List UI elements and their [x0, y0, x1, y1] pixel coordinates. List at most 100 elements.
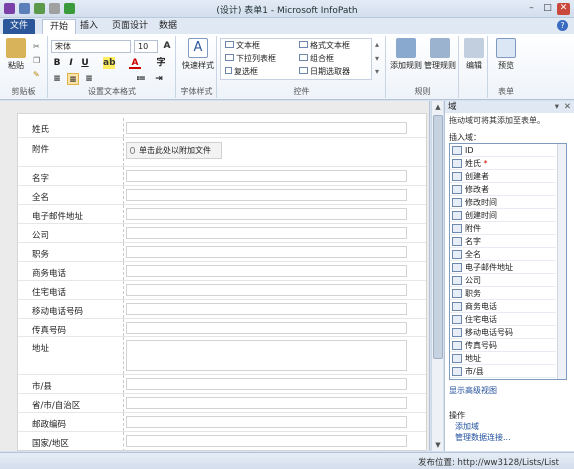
- cut-icon[interactable]: ✂: [33, 42, 40, 51]
- font-family-select[interactable]: 宋体: [51, 40, 131, 53]
- bold-button[interactable]: B: [51, 57, 63, 69]
- city-input[interactable]: [126, 378, 407, 390]
- job-title-input[interactable]: [126, 246, 407, 258]
- field-list-item[interactable]: 地址: [450, 352, 556, 365]
- field-list-item[interactable]: 修改者: [450, 183, 556, 196]
- field-list-item[interactable]: 传真号码: [450, 339, 556, 352]
- form-row-mobile-phone: 移动电话号码: [18, 300, 426, 319]
- business-phone-input[interactable]: [126, 265, 407, 277]
- field-list-item[interactable]: 名字: [450, 235, 556, 248]
- title-bar: (设计) 表单1 - Microsoft InfoPath – □ ✕: [0, 0, 574, 18]
- field-list-item[interactable]: 市/县: [450, 365, 556, 378]
- attach-file-button[interactable]: 单击此处以附加文件: [126, 142, 222, 159]
- field-list-item[interactable]: 附件: [450, 222, 556, 235]
- field-list-item[interactable]: 住宅电话: [450, 313, 556, 326]
- form-row-company: 公司: [18, 224, 426, 243]
- minimize-button[interactable]: –: [525, 3, 538, 15]
- bullets-icon[interactable]: ≡: [51, 73, 63, 85]
- fields-task-pane: 域 ▾ ✕ 拖动域可将其添加至表单。 插入域： ID 姓氏 * 创建者 修改者 修改时间…: [444, 101, 574, 451]
- add-rule-button[interactable]: 添加规则: [390, 38, 422, 71]
- tab-home[interactable]: 开始: [42, 19, 76, 34]
- align-center-icon[interactable]: ≡: [67, 73, 79, 85]
- manage-data-connections-link[interactable]: 管理数据连接...: [455, 432, 511, 443]
- paste-button[interactable]: 粘贴: [4, 38, 28, 71]
- field-list-item[interactable]: 移动电话号码: [450, 326, 556, 339]
- pane-header: 域 ▾ ✕: [445, 101, 574, 113]
- control-dropdown[interactable]: 下拉列表框: [225, 53, 276, 64]
- gallery-more-icon[interactable]: ▾: [375, 67, 379, 76]
- indent-icon[interactable]: ⇥: [153, 73, 165, 85]
- home-phone-input[interactable]: [126, 284, 407, 296]
- province-input[interactable]: [126, 397, 407, 409]
- align-right-icon[interactable]: ≡: [83, 73, 95, 85]
- control-date-picker[interactable]: 日期选取器: [299, 66, 350, 77]
- field-name: 创建时间: [465, 211, 497, 220]
- form-row-attachments: 附件: [18, 138, 426, 167]
- control-combobox[interactable]: 组合框: [299, 53, 334, 64]
- last-name-input[interactable]: [126, 122, 407, 134]
- form-scrollbar[interactable]: ▲ ▼: [431, 101, 443, 451]
- field-list-item[interactable]: 修改时间: [450, 196, 556, 209]
- font-dialog-icon[interactable]: 字: [155, 57, 167, 69]
- manage-rules-icon: [430, 38, 450, 58]
- tab-page-design[interactable]: 页面设计: [110, 19, 150, 34]
- edit-button[interactable]: 编辑: [462, 38, 486, 71]
- field-list-item[interactable]: 创建时间: [450, 209, 556, 222]
- copy-icon[interactable]: ❐: [33, 56, 40, 65]
- form-design-area: 姓氏 附件 单击此处以附加文件 名字 全名 电子邮件地址 公司 职务 商务电话 …: [0, 101, 430, 451]
- gallery-up-icon[interactable]: ▴: [375, 40, 379, 49]
- field-list-item[interactable]: 职务: [450, 287, 556, 300]
- font-size-select[interactable]: 10: [134, 40, 158, 53]
- format-painter-icon[interactable]: ✎: [33, 70, 40, 79]
- field-list-scrollbar[interactable]: [557, 144, 566, 379]
- tab-insert[interactable]: 插入: [78, 19, 100, 34]
- field-list-item[interactable]: 姓氏 *: [450, 157, 556, 170]
- maximize-button[interactable]: □: [541, 3, 554, 15]
- country-input[interactable]: [126, 435, 407, 447]
- field-list-item[interactable]: 公司: [450, 274, 556, 287]
- manage-rules-button[interactable]: 管理规则: [424, 38, 456, 71]
- company-input[interactable]: [126, 227, 407, 239]
- field-label: 传真号码: [32, 326, 67, 336]
- help-icon[interactable]: ?: [557, 20, 568, 31]
- mobile-phone-input[interactable]: [126, 303, 407, 315]
- preview-button[interactable]: 预览: [492, 38, 520, 71]
- first-name-input[interactable]: [126, 170, 407, 182]
- address-input[interactable]: [126, 340, 407, 371]
- gallery-down-icon[interactable]: ▾: [375, 54, 379, 63]
- font-color-icon[interactable]: A: [129, 57, 141, 69]
- italic-button[interactable]: I: [65, 57, 77, 69]
- edit-label: 编辑: [466, 61, 482, 70]
- field-list-item[interactable]: 电子邮件地址: [450, 261, 556, 274]
- field-name: 创建者: [465, 172, 489, 181]
- tab-file[interactable]: 文件: [3, 19, 35, 34]
- control-textbox[interactable]: 文本框: [225, 40, 260, 51]
- postal-code-input[interactable]: [126, 416, 407, 428]
- quick-styles-button[interactable]: A 快速样式: [181, 38, 215, 71]
- fax-input[interactable]: [126, 322, 407, 334]
- scroll-thumb[interactable]: [433, 115, 443, 359]
- highlight-icon[interactable]: ab: [103, 57, 116, 69]
- full-name-input[interactable]: [126, 189, 407, 201]
- field-list-item[interactable]: 创建者: [450, 170, 556, 183]
- numbering-icon[interactable]: ≔: [135, 73, 147, 85]
- clipboard-group: 粘贴 ✂ ❐ ✎ 剪贴板: [0, 36, 48, 98]
- field-list-item[interactable]: 商务电话: [450, 300, 556, 313]
- grow-font-icon[interactable]: A: [161, 40, 173, 52]
- pane-close-icon[interactable]: ✕: [564, 101, 571, 113]
- advanced-view-link[interactable]: 显示高级视图: [449, 385, 497, 396]
- underline-button[interactable]: U: [79, 57, 91, 69]
- field-list-item[interactable]: ID: [450, 144, 556, 157]
- close-button[interactable]: ✕: [557, 3, 570, 15]
- add-field-link[interactable]: 添加域: [455, 421, 479, 432]
- field-list-item[interactable]: 全名: [450, 248, 556, 261]
- scroll-up-icon[interactable]: ▲: [433, 102, 443, 112]
- control-checkbox[interactable]: 复选框: [225, 66, 258, 77]
- tab-data[interactable]: 数据: [157, 19, 179, 34]
- scroll-down-icon[interactable]: ▼: [433, 440, 443, 450]
- email-input[interactable]: [126, 208, 407, 220]
- field-label: 名字: [32, 174, 50, 184]
- field-label: 姓氏: [32, 125, 50, 135]
- control-rich-textbox[interactable]: 格式文本框: [299, 40, 350, 51]
- pane-dropdown-icon[interactable]: ▾: [555, 101, 559, 113]
